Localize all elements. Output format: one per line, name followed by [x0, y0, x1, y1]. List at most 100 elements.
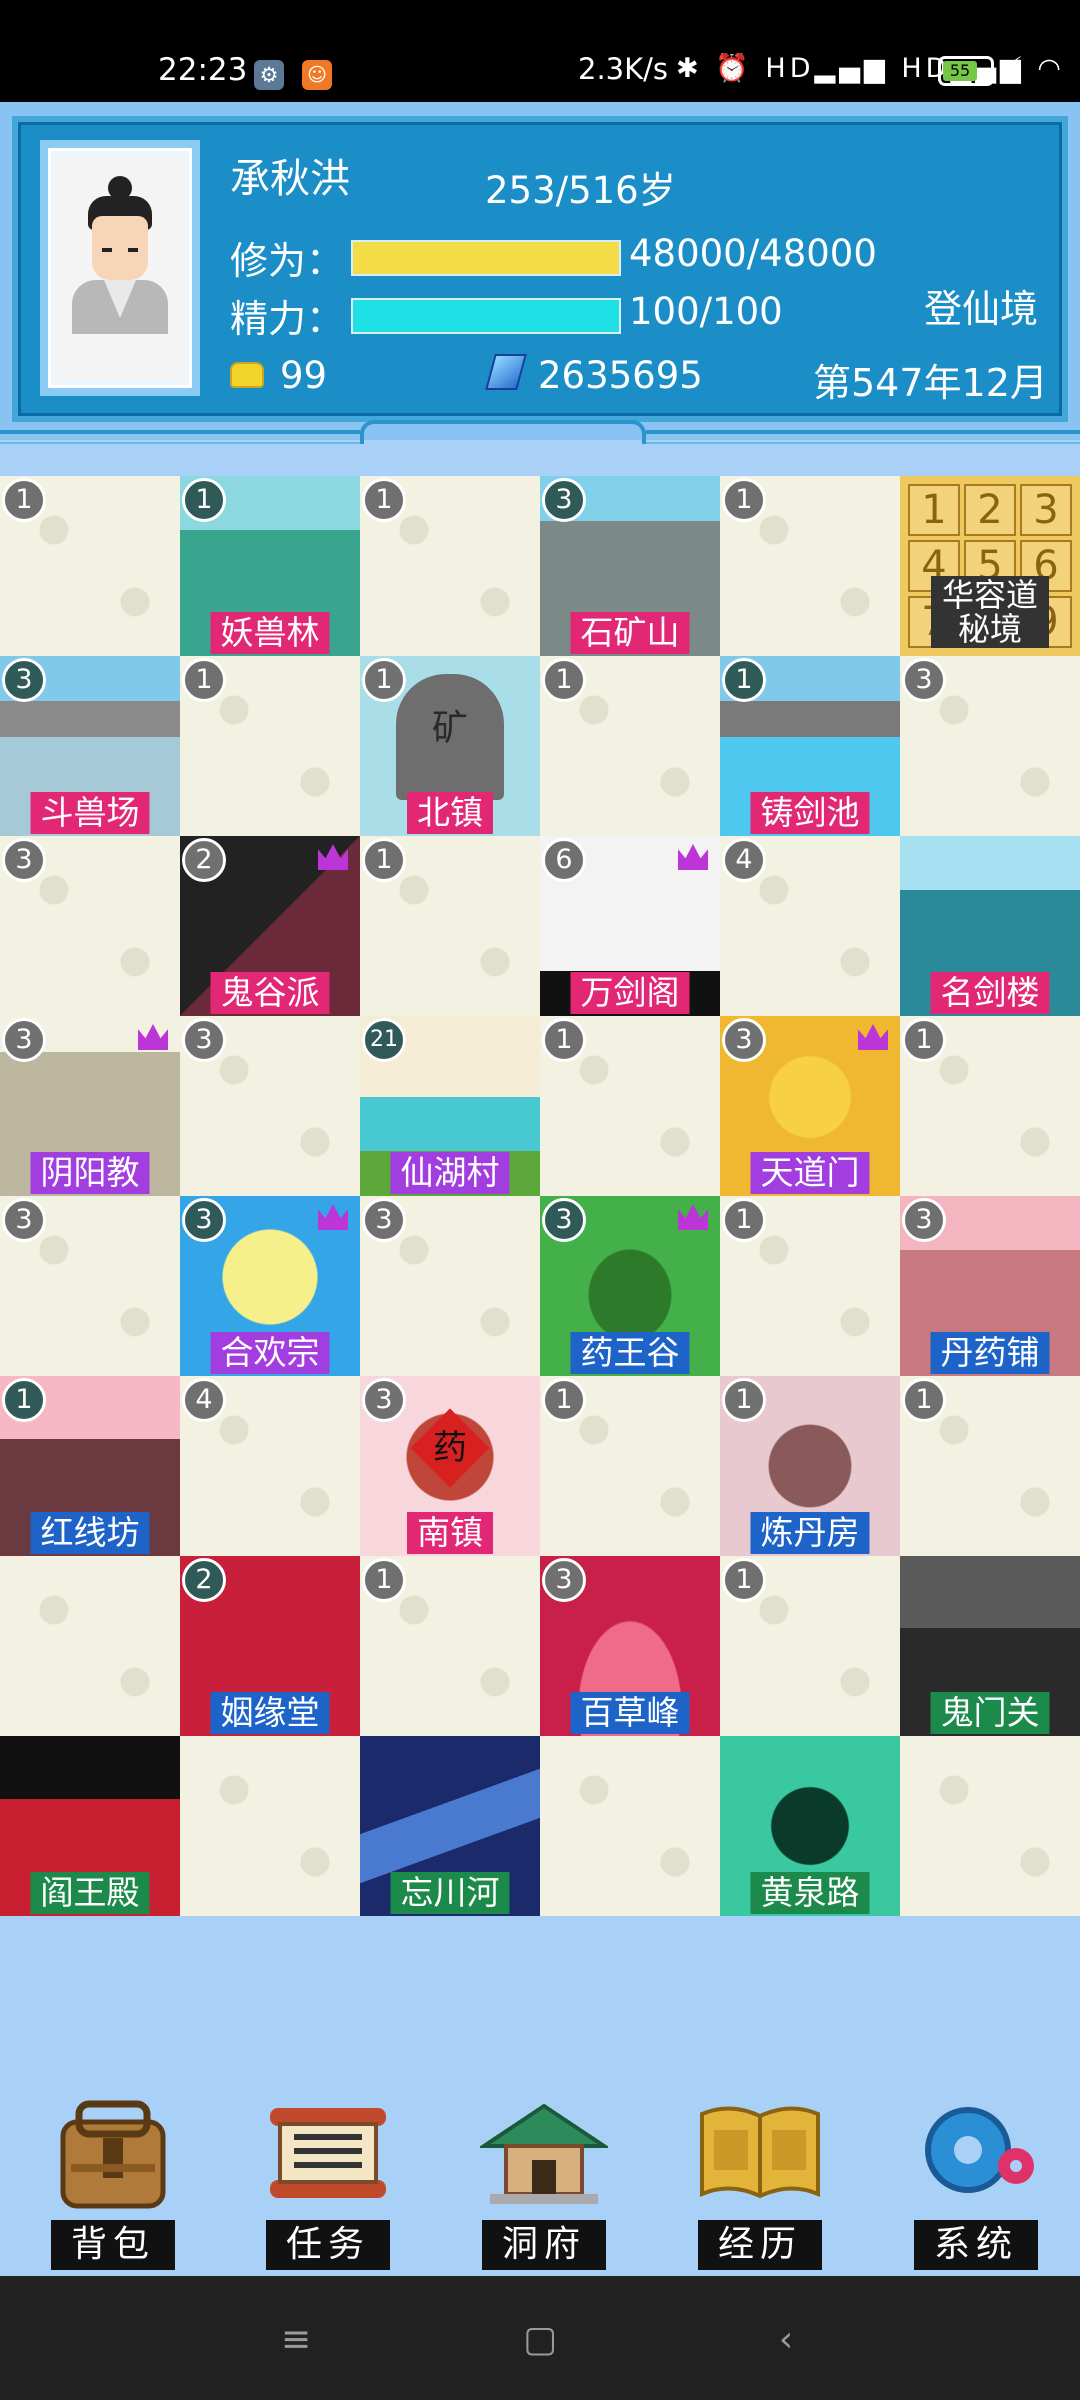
map-empty-cell[interactable]	[540, 1736, 720, 1916]
map-location-cell[interactable]: 药 3 南镇	[360, 1376, 540, 1556]
map-location-cell[interactable]: 3 阴阳教	[0, 1016, 180, 1196]
map-empty-cell[interactable]: 1	[720, 476, 900, 656]
location-name: 南镇	[407, 1512, 493, 1554]
map-empty-cell[interactable]: 1	[540, 1016, 720, 1196]
map-location-cell[interactable]: 3 天道门	[720, 1016, 900, 1196]
map-location-cell[interactable]: 3 药王谷	[540, 1196, 720, 1376]
visit-count-badge: 3	[362, 1378, 406, 1422]
location-name: 阎王殿	[30, 1872, 150, 1914]
history-label: 经历	[698, 2220, 822, 2270]
map-location-cell[interactable]: 3 石矿山	[540, 476, 720, 656]
map-empty-cell[interactable]: 4	[180, 1376, 360, 1556]
map-location-cell[interactable]: 1 炼丹房	[720, 1376, 900, 1556]
map-empty-cell[interactable]: 1	[900, 1016, 1080, 1196]
map-empty-cell[interactable]: 1	[360, 836, 540, 1016]
book-icon	[700, 2106, 820, 2199]
portrait-icon	[56, 156, 184, 380]
map-empty-cell[interactable]: 1	[900, 1376, 1080, 1556]
map-empty-cell[interactable]	[180, 1736, 360, 1916]
map-location-cell[interactable]: 1 妖兽林	[180, 476, 360, 656]
map-empty-cell[interactable]: 3	[180, 1016, 360, 1196]
cultivation-fill	[353, 242, 619, 274]
map-empty-cell[interactable]: 1	[720, 1196, 900, 1376]
puzzle-tile: 1	[908, 484, 960, 536]
tasks-button[interactable]: 任务	[248, 2084, 408, 2276]
location-name: 忘川河	[390, 1872, 510, 1914]
visit-count-badge: 3	[2, 1018, 46, 1062]
map-empty-cell[interactable]: 1	[540, 656, 720, 836]
map-empty-cell[interactable]: 4	[720, 836, 900, 1016]
map-location-cell[interactable]: 21 仙湖村	[360, 1016, 540, 1196]
visit-count-badge: 1	[722, 658, 766, 702]
map-location-cell[interactable]: 2 姻缘堂	[180, 1556, 360, 1736]
visit-count-badge: 1	[902, 1378, 946, 1422]
cave-dwelling-button[interactable]: 洞府	[464, 2084, 624, 2276]
location-name: 天道门	[750, 1152, 870, 1194]
map-empty-cell[interactable]: 3	[0, 1196, 180, 1376]
map-empty-cell[interactable]: 1	[360, 476, 540, 656]
map-empty-cell[interactable]: 1	[180, 656, 360, 836]
clock: 22:23	[158, 52, 248, 88]
divider-right	[646, 430, 1080, 444]
map-empty-cell[interactable]: 3	[360, 1196, 540, 1376]
map-location-cell[interactable]: 3 斗兽场	[0, 656, 180, 836]
tombstone-text: 矿	[396, 674, 504, 800]
network-speed: 2.3K/s	[578, 52, 669, 86]
tasks-label: 任务	[266, 2220, 390, 2270]
map-empty-cell[interactable]: 1	[360, 1556, 540, 1736]
gear-icon	[925, 2107, 1034, 2193]
map-location-cell[interactable]: 名剑楼	[900, 836, 1080, 1016]
visit-count-badge: 1	[182, 478, 226, 522]
backpack-label: 背包	[51, 2220, 175, 2270]
gold-count: 99	[280, 354, 328, 397]
location-name: 名剑楼	[930, 972, 1050, 1014]
location-name: 百草峰	[570, 1692, 690, 1734]
jar-label-text: 药	[433, 1428, 467, 1468]
recents-button[interactable]: ≡	[276, 2320, 316, 2360]
android-nav-bar: ≡ ▢ ‹	[0, 2276, 1080, 2400]
battery-icon: 55	[938, 56, 994, 86]
map-location-cell[interactable]: 3 百草峰	[540, 1556, 720, 1736]
visit-count-badge: 1	[2, 1378, 46, 1422]
map-empty-cell[interactable]: 1	[0, 476, 180, 656]
back-button[interactable]: ‹	[766, 2320, 806, 2360]
world-map-grid: 11妖兽林13石矿山1123456789华容道 秘境3斗兽场1矿1北镇11铸剑池…	[0, 476, 1080, 1916]
map-empty-cell[interactable]	[900, 1736, 1080, 1916]
map-empty-cell[interactable]: 3	[0, 836, 180, 1016]
map-location-cell[interactable]: 123456789华容道 秘境	[900, 476, 1080, 656]
system-button[interactable]: 系统	[896, 2084, 1056, 2276]
map-location-cell[interactable]: 黄泉路	[720, 1736, 900, 1916]
avatar[interactable]	[40, 140, 200, 396]
map-location-cell[interactable]: 3 丹药铺	[900, 1196, 1080, 1376]
visit-count-badge: 1	[722, 1558, 766, 1602]
cultivation-label: 修为：	[230, 239, 345, 283]
map-location-cell[interactable]: 阎王殿	[0, 1736, 180, 1916]
map-empty-cell[interactable]: 1	[540, 1376, 720, 1556]
map-location-cell[interactable]: 3 合欢宗	[180, 1196, 360, 1376]
map-location-cell[interactable]: 2 鬼谷派	[180, 836, 360, 1016]
history-button[interactable]: 经历	[680, 2084, 840, 2276]
map-empty-cell[interactable]: 1	[720, 1556, 900, 1736]
status-bar: 22:23 ⚙ ☺ 2.3K/s ✱ ⏰ HD▂▄▆ HD▂▄▆ ◠ 55 ⚡	[0, 0, 1080, 102]
home-button[interactable]: ▢	[520, 2320, 560, 2360]
map-location-cell[interactable]: 1 红线坊	[0, 1376, 180, 1556]
location-name: 炼丹房	[750, 1512, 870, 1554]
energy-value: 100/100	[629, 290, 783, 333]
scroll-icon	[270, 2108, 386, 2198]
map-empty-cell[interactable]	[0, 1556, 180, 1736]
backpack-button[interactable]: 背包	[33, 2084, 193, 2276]
map-empty-cell[interactable]: 3	[900, 656, 1080, 836]
map-location-cell[interactable]: 鬼门关	[900, 1556, 1080, 1736]
map-location-cell[interactable]: 矿 1 北镇	[360, 656, 540, 836]
puzzle-tile: 2	[964, 484, 1016, 536]
visit-count-badge: 1	[722, 1378, 766, 1422]
visit-count-badge: 1	[182, 658, 226, 702]
realm-label: 登仙境	[924, 287, 1039, 331]
energy-bar	[351, 298, 621, 334]
app-notification-icon: ☺	[302, 60, 332, 90]
map-location-cell[interactable]: 忘川河	[360, 1736, 540, 1916]
visit-count-badge: 1	[902, 1018, 946, 1062]
system-label: 系统	[914, 2220, 1038, 2270]
map-location-cell[interactable]: 6 万剑阁	[540, 836, 720, 1016]
map-location-cell[interactable]: 1 铸剑池	[720, 656, 900, 836]
